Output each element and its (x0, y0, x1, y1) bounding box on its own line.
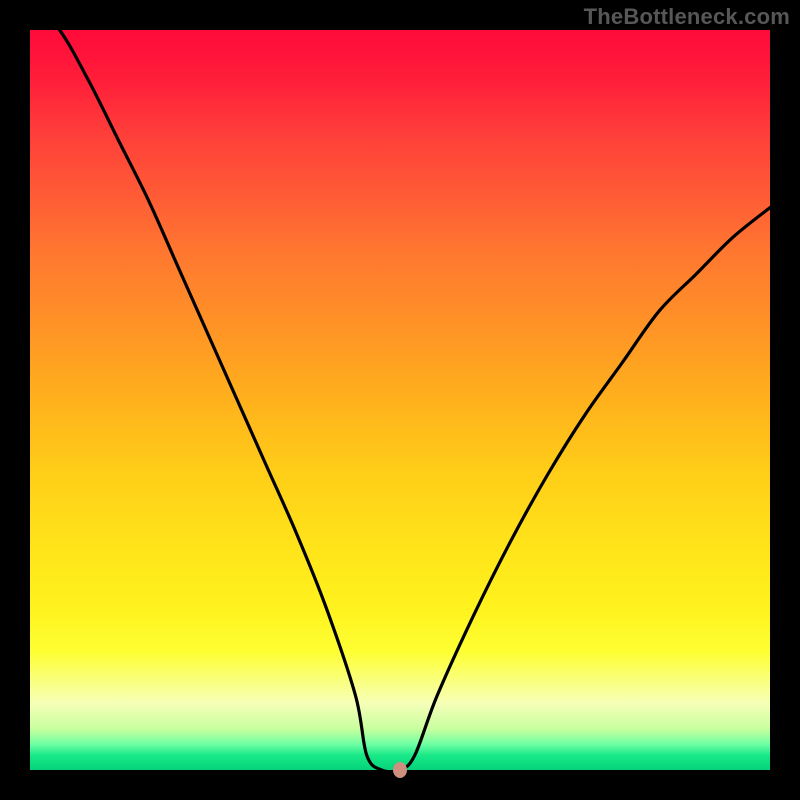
plot-area (30, 30, 770, 770)
optimum-marker (393, 762, 407, 778)
watermark-text: TheBottleneck.com (584, 4, 790, 30)
chart-frame: TheBottleneck.com (0, 0, 800, 800)
bottleneck-curve (30, 30, 770, 770)
